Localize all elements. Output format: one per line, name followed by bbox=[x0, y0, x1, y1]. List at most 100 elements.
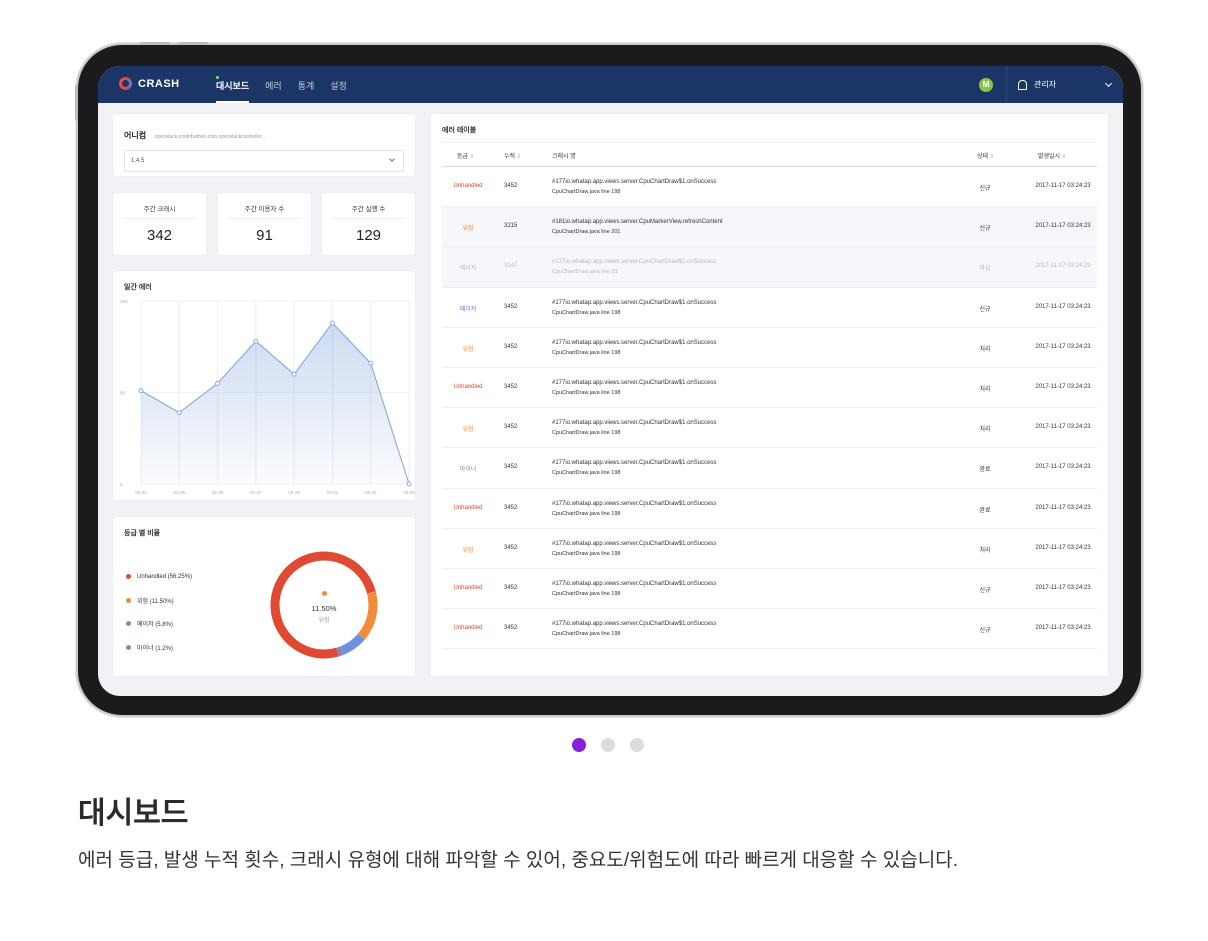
table-row[interactable]: 위험 3215 #181io.whatap.app.views.server.Cpu… bbox=[442, 207, 1097, 248]
carousel-dot[interactable] bbox=[630, 738, 644, 752]
crash-name: #181io.whatap.app.views.server.CpuMarker… bbox=[552, 219, 723, 226]
version-value: 1.4.5 bbox=[131, 158, 145, 164]
row-grade: 위험 bbox=[462, 346, 474, 353]
crash-location: CpuChartDraw.java line 198 bbox=[552, 349, 621, 356]
row-state: 처리 bbox=[979, 386, 991, 393]
x-tick-label: 02-25 bbox=[174, 490, 186, 495]
x-tick-label: 03-03 bbox=[403, 490, 415, 495]
row-count: 3452 bbox=[504, 183, 518, 189]
row-grade: 위험 bbox=[462, 427, 474, 434]
crash-name: #177io.whatap.app.views.server.CpuChartD… bbox=[552, 379, 717, 386]
grade-ratio-card: 등급 별 비율 Unhandled (56.25%) 위험 (11.50%) 메이저… bbox=[113, 517, 415, 676]
crash-name: #177io.whatap.app.views.server.CpuChartD… bbox=[552, 259, 717, 266]
app-logo[interactable]: CRASH bbox=[119, 77, 180, 90]
row-date: 2017-11-17 03:24:23 bbox=[1035, 263, 1091, 270]
stat-label: 주간 실행 수 bbox=[332, 203, 405, 219]
data-point bbox=[406, 481, 412, 487]
table-row[interactable]: Unhandled 3452 #177io.whatap.app.views.ser… bbox=[442, 489, 1097, 529]
column-grade[interactable]: 등급 ⇕ bbox=[457, 151, 474, 160]
table-row[interactable]: 마이너 3452 #177io.whatap.app.views.server.Cp… bbox=[442, 448, 1097, 489]
row-count: 3147 bbox=[504, 263, 518, 270]
table-row[interactable]: 메이저 3147 #177io.whatap.app.views.server.Cp… bbox=[442, 247, 1097, 288]
column-date[interactable]: 발생일시 ⇕ bbox=[1038, 151, 1066, 160]
row-grade: Unhandled bbox=[453, 504, 483, 511]
active-indicator-dot bbox=[216, 76, 219, 79]
nav-statistics[interactable]: 통계 bbox=[298, 66, 315, 103]
error-table-card: 에러 테이블 등급 ⇕ 누적 ⇕ 크래시 명 상태 ⇕ 발생일시 ⇕ Unhandled… bbox=[431, 114, 1108, 676]
version-select[interactable]: 1.4.5 bbox=[124, 150, 404, 172]
row-count: 3452 bbox=[504, 464, 518, 471]
crash-location: CpuChartDraw.java line 93 bbox=[552, 269, 618, 276]
crash-location: CpuChartDraw.java line 198 bbox=[552, 430, 621, 437]
app-package: openstack.contributhon.com.openstackcont… bbox=[154, 134, 266, 140]
table-row[interactable]: Unhandled 3452 #177io.whatap.app.views.ser… bbox=[442, 569, 1097, 610]
donut-center-label: 위험 bbox=[318, 618, 330, 624]
carousel-dot[interactable] bbox=[601, 738, 615, 752]
table-row[interactable]: 위험 3452 #177io.whatap.app.views.server.Cpu… bbox=[442, 529, 1097, 569]
nav-dashboard[interactable]: 대시보드 bbox=[216, 66, 250, 103]
data-point bbox=[329, 320, 335, 326]
y-tick-label: 50 bbox=[120, 391, 126, 396]
row-grade: 위험 bbox=[462, 547, 474, 554]
row-count: 3452 bbox=[504, 625, 518, 632]
stat-value: 91 bbox=[256, 227, 273, 244]
table-row[interactable]: 위험 3452 #177io.whatap.app.views.server.Cpu… bbox=[442, 408, 1097, 449]
center-dot bbox=[321, 591, 327, 596]
table-row[interactable]: Unhandled 3452 #177io.whatap.app.views.ser… bbox=[442, 368, 1097, 409]
row-state: 신규 bbox=[979, 628, 991, 635]
header-label: 누적 bbox=[504, 154, 516, 160]
row-state: 신규 bbox=[979, 306, 991, 313]
avatar[interactable]: M bbox=[979, 78, 993, 92]
table-row[interactable]: Unhandled 3452 #177io.whatap.app.views.ser… bbox=[442, 609, 1097, 650]
crash-name: #177io.whatap.app.views.server.CpuChartD… bbox=[552, 621, 717, 628]
area-fill bbox=[141, 322, 409, 484]
crash-location: CpuChartDraw.java line 198 bbox=[552, 590, 621, 597]
sort-icon: ⇕ bbox=[1062, 154, 1067, 160]
row-state: 신규 bbox=[979, 226, 991, 233]
column-state[interactable]: 상태 ⇕ bbox=[977, 151, 994, 160]
row-grade: 위험 bbox=[462, 226, 474, 233]
crash-location: CpuChartDraw.java line 198 bbox=[552, 189, 621, 195]
row-count: 3452 bbox=[504, 584, 518, 591]
table-row[interactable]: 위험 3452 #177io.whatap.app.views.server.Cpu… bbox=[442, 328, 1097, 368]
column-count[interactable]: 누적 ⇕ bbox=[504, 151, 521, 160]
table-row[interactable]: 메이저 3452 #177io.whatap.app.views.server.Cp… bbox=[442, 288, 1097, 328]
row-date: 2017-11-17 03:24:23 bbox=[1035, 383, 1091, 390]
nav-label: 에러 bbox=[265, 81, 282, 91]
row-state: 처리 bbox=[979, 427, 991, 434]
row-state: 완료 bbox=[979, 467, 991, 474]
nav-label: 통계 bbox=[297, 81, 315, 91]
nav-label: 대시보드 bbox=[216, 81, 250, 91]
app-header: 어니컴 openstack.contributhon.com.openstack… bbox=[124, 125, 404, 143]
row-count: 3452 bbox=[504, 504, 518, 511]
carousel-dot[interactable] bbox=[572, 738, 586, 752]
bell-icon[interactable] bbox=[1018, 79, 1027, 90]
donut-slice-메이저[interactable] bbox=[340, 633, 365, 655]
sort-icon: ⇕ bbox=[990, 154, 995, 160]
nav-errors[interactable]: 에러 bbox=[265, 66, 282, 103]
row-crash-name: #177io.whatap.app.views.server.CpuChartD… bbox=[552, 378, 716, 398]
user-menu[interactable]: 관리자 bbox=[1006, 66, 1123, 103]
nav-label: 설정 bbox=[330, 81, 347, 91]
x-tick-label: 02-26 bbox=[212, 490, 224, 495]
row-grade: Unhandled bbox=[453, 584, 483, 591]
stat-value: 342 bbox=[146, 227, 173, 244]
crash-name: #177io.whatap.app.views.server.CpuChartD… bbox=[552, 339, 717, 346]
data-point bbox=[291, 371, 297, 377]
row-grade: Unhandled bbox=[453, 383, 483, 390]
x-tick-label: 02-27 bbox=[250, 490, 262, 495]
row-crash-name: #177io.whatap.app.views.server.CpuChartD… bbox=[552, 298, 716, 318]
donut-center-pct: 11.50% bbox=[311, 604, 337, 613]
donut-center: 11.50% 위험 bbox=[259, 578, 389, 624]
tablet-button bbox=[178, 42, 208, 45]
x-tick-label: 02-24 bbox=[135, 490, 147, 495]
donut-slice-마이너[interactable] bbox=[336, 646, 344, 657]
crash-name: #177io.whatap.app.views.server.CpuChartD… bbox=[552, 420, 717, 427]
data-point bbox=[138, 388, 144, 394]
data-point bbox=[176, 410, 182, 416]
nav-settings[interactable]: 설정 bbox=[330, 66, 347, 103]
main-nav: 대시보드 에러 통계 설정 bbox=[216, 66, 347, 103]
table-row[interactable]: Unhandled 3452 #177io.whatap.app.views.ser… bbox=[442, 167, 1097, 208]
crash-name: #177io.whatap.app.views.server.CpuChartD… bbox=[552, 460, 717, 467]
row-crash-name: #177io.whatap.app.views.server.CpuChartD… bbox=[552, 418, 716, 438]
